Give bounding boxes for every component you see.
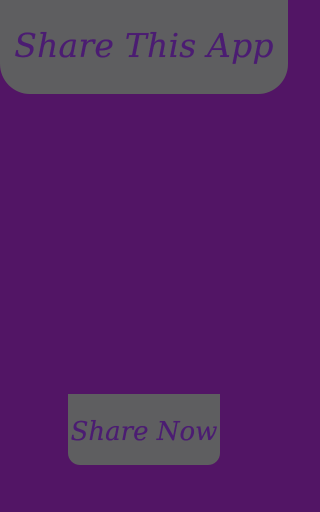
share-now-button[interactable]: Share Now — [68, 394, 220, 465]
share-now-button-label: Share Now — [70, 416, 218, 447]
app-screen: Share This App Share Now — [0, 0, 288, 512]
header-panel: Share This App — [0, 0, 288, 94]
page-title: Share This App — [14, 25, 274, 65]
